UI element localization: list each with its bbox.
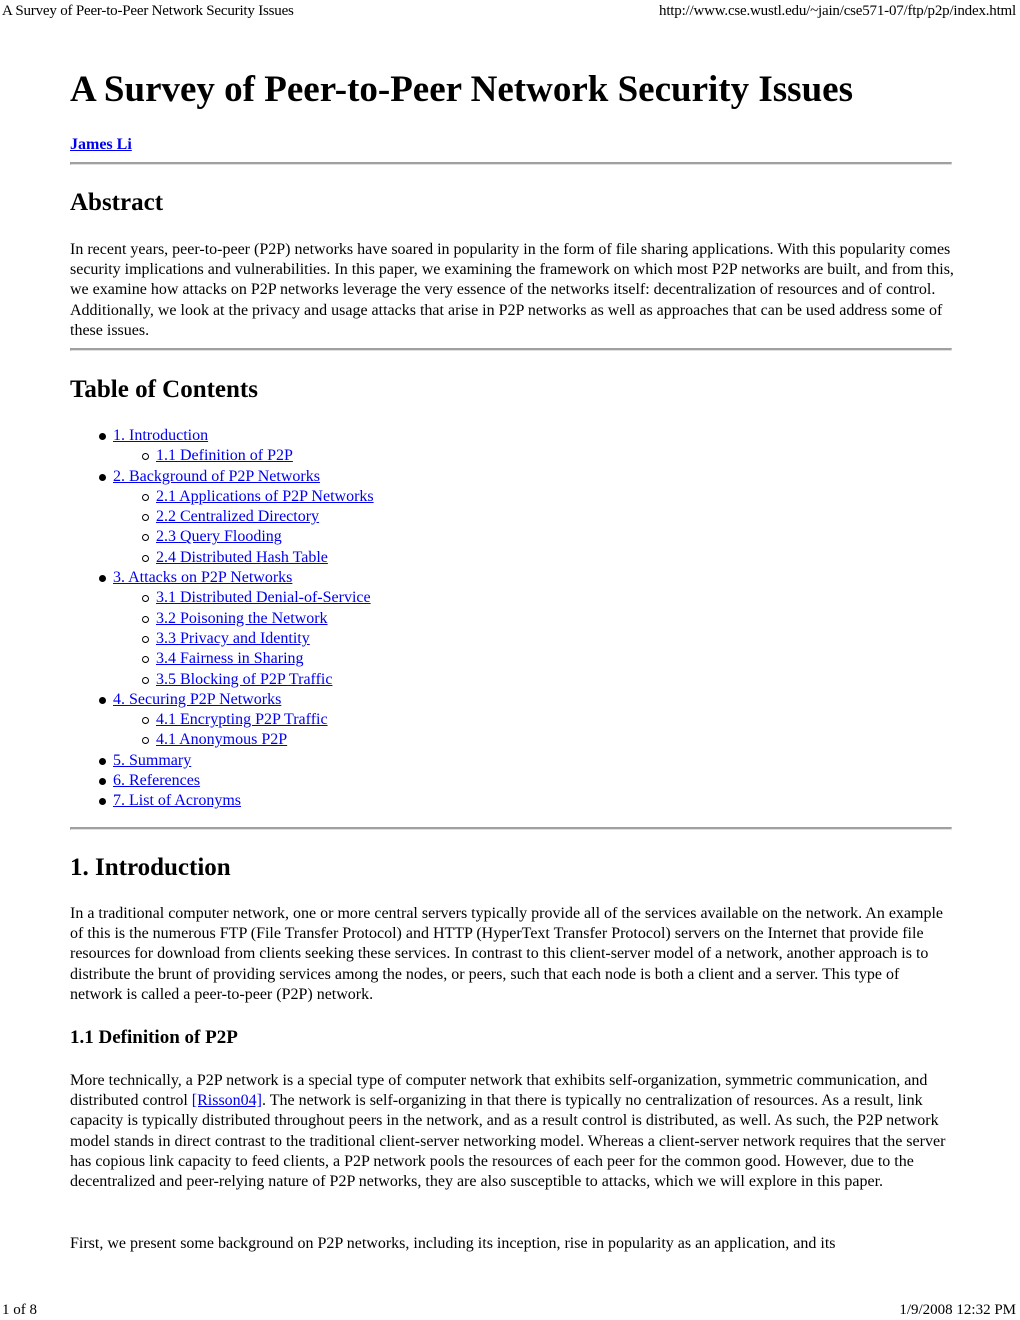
divider bbox=[70, 162, 952, 165]
toc-sublist: 3.1 Distributed Denial-of-Service 3.2 Poi… bbox=[113, 588, 374, 689]
print-header: A Survey of Peer-to-Peer Network Securit… bbox=[2, 2, 1016, 20]
toc-link[interactable]: 3. Attacks on P2P Networks bbox=[113, 569, 292, 586]
introduction-text: In a traditional computer network, one o… bbox=[70, 905, 944, 1003]
toc-subitem: 3.5 Blocking of P2P Traffic bbox=[142, 670, 374, 690]
toc-subitem: 3.3 Privacy and Identity bbox=[142, 629, 374, 649]
toc-sublist: 4.1 Encrypting P2P Traffic 4.1 Anonymous … bbox=[113, 710, 374, 751]
abstract-text: In recent years, peer-to-peer (P2P) netw… bbox=[70, 241, 954, 339]
print-header-url: http://www.cse.wustl.edu/~jain/cse571-07… bbox=[659, 3, 1016, 19]
toc-sublink[interactable]: 2.4 Distributed Hash Table bbox=[156, 549, 328, 566]
toc-item: 3. Attacks on P2P Networks 3.1 Distribute… bbox=[99, 568, 374, 690]
print-footer: 1 of 8 1/9/2008 12:32 PM bbox=[2, 1301, 1016, 1319]
toc-sublink[interactable]: 3.3 Privacy and Identity bbox=[156, 630, 310, 647]
definition-text: More technically, a P2P network is a spe… bbox=[70, 1071, 954, 1192]
toc-item: 6. References bbox=[99, 771, 374, 791]
print-header-title: A Survey of Peer-to-Peer Network Securit… bbox=[2, 3, 294, 19]
definition-heading: 1.1 Definition of P2P bbox=[70, 1027, 238, 1048]
next-paragraph-text: First, we present some background on P2P… bbox=[70, 1235, 836, 1252]
abstract-heading: Abstract bbox=[70, 189, 164, 216]
toc-heading: Table of Contents bbox=[70, 376, 258, 403]
divider bbox=[70, 827, 952, 830]
toc-item: 7. List of Acronyms bbox=[99, 791, 374, 811]
toc-subitem: 4.1 Anonymous P2P bbox=[142, 730, 374, 750]
toc-subitem: 4.1 Encrypting P2P Traffic bbox=[142, 710, 374, 730]
toc-item: 2. Background of P2P Networks 2.1 Applica… bbox=[99, 467, 374, 568]
toc-sublink[interactable]: 2.1 Applications of P2P Networks bbox=[156, 488, 374, 505]
toc-link[interactable]: 7. List of Acronyms bbox=[113, 792, 241, 809]
toc-item: 4. Securing P2P Networks 4.1 Encrypting P… bbox=[99, 690, 374, 751]
author: James Li bbox=[70, 135, 132, 155]
divider bbox=[70, 348, 952, 351]
toc-subitem: 2.4 Distributed Hash Table bbox=[142, 548, 374, 568]
toc-sublink[interactable]: 4.1 Encrypting P2P Traffic bbox=[156, 711, 328, 728]
toc-link[interactable]: 4. Securing P2P Networks bbox=[113, 691, 281, 708]
toc-subitem: 2.3 Query Flooding bbox=[142, 527, 374, 547]
toc-subitem: 3.4 Fairness in Sharing bbox=[142, 649, 374, 669]
toc-link[interactable]: 1. Introduction bbox=[113, 427, 208, 444]
toc-sublink[interactable]: 3.2 Poisoning the Network bbox=[156, 610, 328, 627]
toc-subitem: 3.1 Distributed Denial-of-Service bbox=[142, 588, 374, 608]
toc-sublink[interactable]: 3.5 Blocking of P2P Traffic bbox=[156, 671, 332, 688]
toc-subitem: 2.1 Applications of P2P Networks bbox=[142, 487, 374, 507]
toc-link[interactable]: 5. Summary bbox=[113, 752, 191, 769]
document-title: A Survey of Peer-to-Peer Network Securit… bbox=[70, 69, 853, 110]
toc-link[interactable]: 2. Background of P2P Networks bbox=[113, 468, 320, 485]
print-datetime: 1/9/2008 12:32 PM bbox=[899, 1302, 1016, 1318]
page-number: 1 of 8 bbox=[2, 1302, 37, 1318]
toc-sublink[interactable]: 4.1 Anonymous P2P bbox=[156, 731, 287, 748]
toc-subitem: 1.1 Definition of P2P bbox=[142, 446, 374, 466]
author-link[interactable]: James Li bbox=[70, 136, 132, 153]
toc-sublink[interactable]: 3.4 Fairness in Sharing bbox=[156, 650, 304, 667]
toc-item: 1. Introduction 1.1 Definition of P2P bbox=[99, 426, 374, 467]
toc-sublink[interactable]: 3.1 Distributed Denial-of-Service bbox=[156, 589, 371, 606]
toc-item: 5. Summary bbox=[99, 751, 374, 771]
toc-sublink[interactable]: 2.2 Centralized Directory bbox=[156, 508, 319, 525]
toc-subitem: 2.2 Centralized Directory bbox=[142, 507, 374, 527]
introduction-heading: 1. Introduction bbox=[70, 854, 231, 881]
toc-sublist: 1.1 Definition of P2P bbox=[113, 446, 374, 466]
toc-link[interactable]: 6. References bbox=[113, 772, 200, 789]
toc-sublink[interactable]: 2.3 Query Flooding bbox=[156, 528, 282, 545]
table-of-contents: 1. Introduction 1.1 Definition of P2P 2. B… bbox=[70, 426, 374, 812]
citation-link-risson04[interactable]: [Risson04] bbox=[192, 1092, 262, 1109]
toc-sublist: 2.1 Applications of P2P Networks 2.2 Cent… bbox=[113, 487, 374, 568]
toc-sublink[interactable]: 1.1 Definition of P2P bbox=[156, 447, 293, 464]
toc-subitem: 3.2 Poisoning the Network bbox=[142, 609, 374, 629]
